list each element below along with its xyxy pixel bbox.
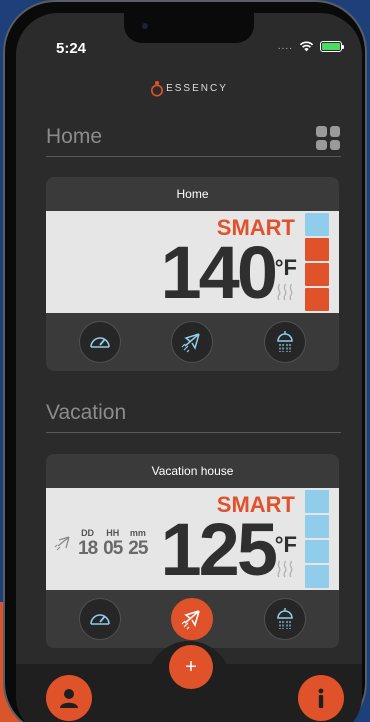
plane-icon: [182, 610, 201, 630]
device-card-vacation-house[interactable]: Vacation house DD 18 HH 05 mm 25 SMART 1…: [46, 454, 339, 648]
temperature-unit: °F: [274, 255, 297, 280]
shower-button[interactable]: [263, 321, 306, 363]
countdown-minutes: mm 25: [128, 528, 148, 559]
flame-logo-icon: [151, 81, 164, 97]
card-title: Home: [176, 187, 209, 201]
heat-level-bars: [305, 213, 329, 311]
heat-bar: [305, 540, 329, 563]
heat-bar: [305, 238, 329, 261]
section-title-home: Home: [46, 125, 103, 148]
heat-bar: [305, 490, 329, 513]
wifi-icon: [299, 41, 314, 52]
card-title: Vacation house: [151, 464, 234, 478]
card-actions: [46, 313, 339, 371]
shower-icon: [277, 331, 293, 352]
shower-icon: [277, 608, 293, 629]
gauge-icon: [90, 614, 110, 625]
temperature-value: 140: [160, 231, 278, 314]
section-divider: [46, 432, 341, 433]
heat-bar: [305, 213, 329, 236]
temperature-value: 125: [160, 508, 278, 591]
boost-button[interactable]: [79, 321, 122, 363]
steam-icon: [277, 560, 293, 578]
heat-bar: [305, 288, 329, 311]
vacation-countdown: DD 18 HH 05 mm 25: [54, 528, 148, 560]
battery-icon: [320, 41, 344, 52]
grid-view-icon[interactable]: [316, 126, 340, 150]
temperature-unit: °F: [274, 532, 297, 557]
countdown-hours: HH 05: [103, 528, 123, 559]
heat-bar: [305, 263, 329, 286]
add-device-button[interactable]: +: [169, 645, 213, 689]
shower-button[interactable]: [263, 598, 306, 640]
app-screen: 5:24 .... ESSENCY Home Home SMART 140 °F…: [16, 13, 362, 722]
plane-icon: [182, 333, 201, 353]
vacation-button[interactable]: [171, 598, 214, 640]
boost-button[interactable]: [79, 598, 122, 640]
steam-icon: [277, 283, 293, 301]
notch: [124, 13, 254, 43]
vacation-button[interactable]: [171, 321, 214, 363]
brand-name: ESSENCY: [166, 82, 228, 94]
user-icon: [60, 689, 78, 708]
status-icons: ....: [277, 41, 344, 52]
device-card-home[interactable]: Home SMART 140 °F: [46, 177, 339, 371]
heat-bar: [305, 565, 329, 588]
heat-bar: [305, 515, 329, 538]
gauge-icon: [90, 337, 110, 348]
section-title-vacation: Vacation: [46, 401, 127, 424]
status-time: 5:24: [56, 40, 87, 57]
brand-logo: ESSENCY: [16, 79, 362, 97]
profile-button[interactable]: [46, 675, 92, 721]
info-icon: [318, 688, 324, 708]
info-button[interactable]: [298, 675, 344, 721]
camera: [142, 23, 148, 29]
temperature-panel: SMART 140 °F: [46, 211, 339, 313]
section-divider: [46, 156, 341, 157]
signal-dots: ....: [277, 41, 293, 52]
phone-frame: 5:24 .... ESSENCY Home Home SMART 140 °F…: [3, 0, 367, 722]
heat-level-bars: [305, 490, 329, 588]
card-actions: [46, 590, 339, 648]
plane-icon: [54, 536, 70, 551]
temperature-panel: DD 18 HH 05 mm 25 SMART 125 °F: [46, 488, 339, 590]
countdown-days: DD 18: [78, 528, 98, 559]
